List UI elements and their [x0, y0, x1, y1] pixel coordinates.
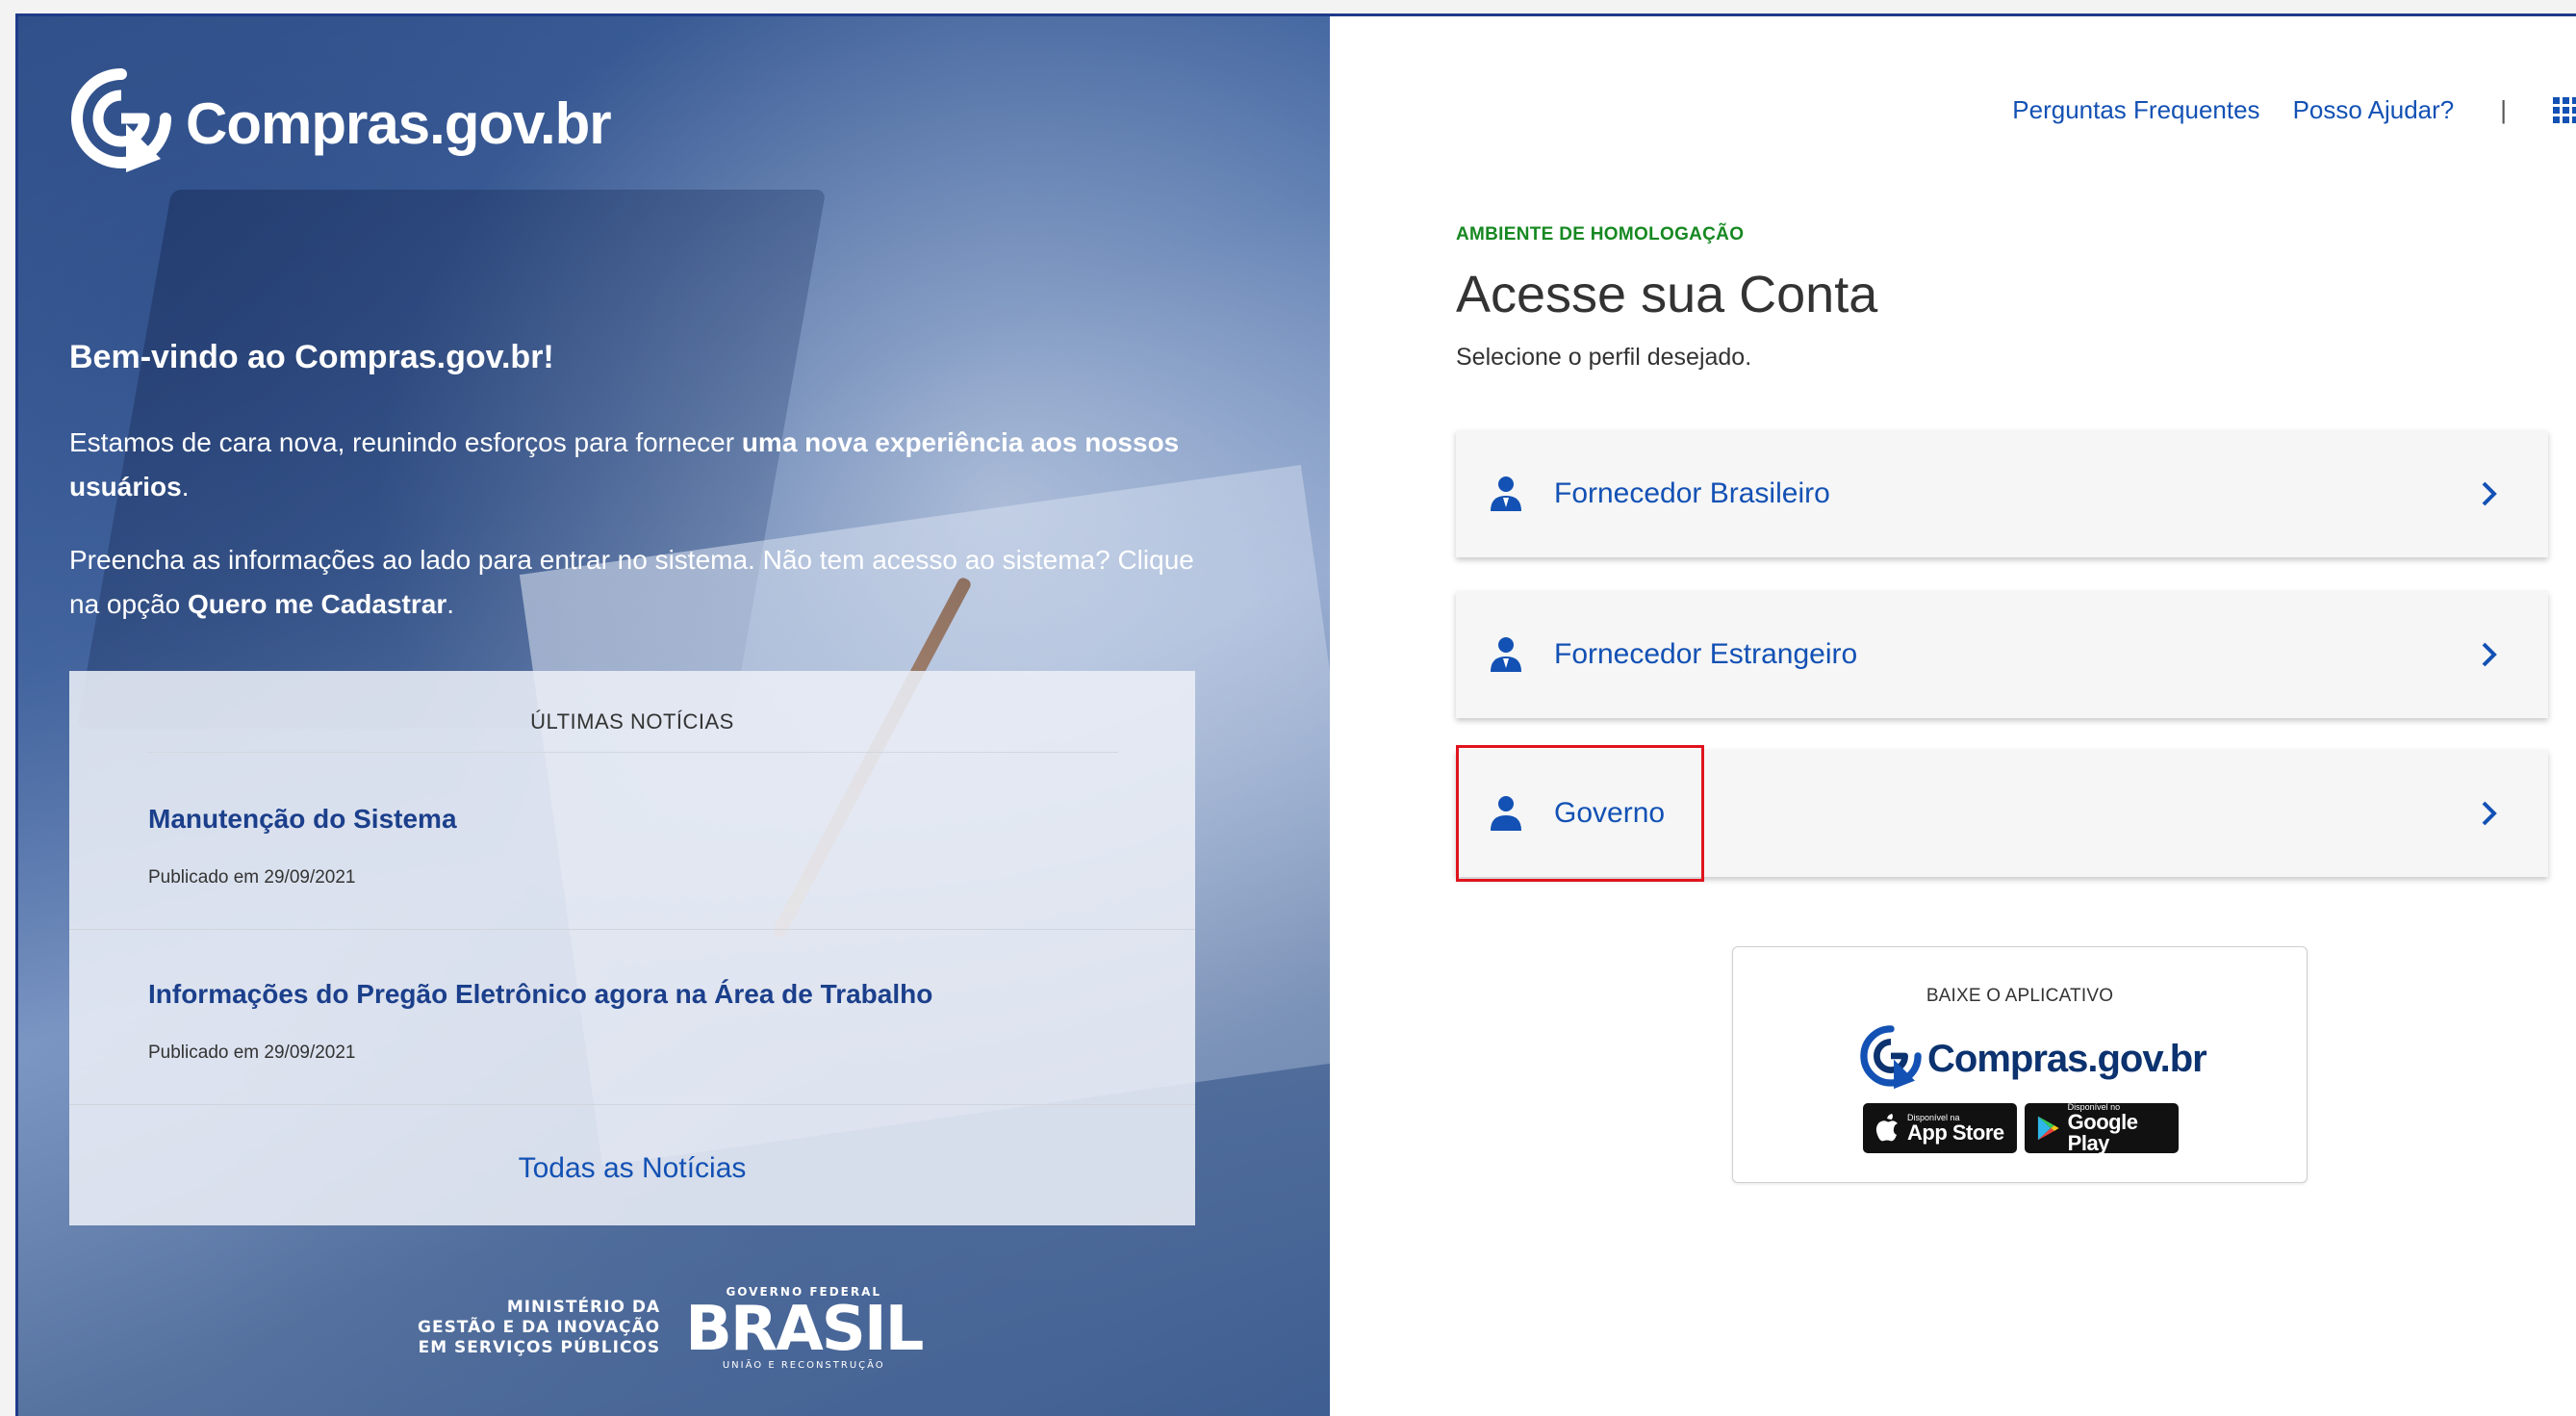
app-store-button[interactable]: Disponível na App Store	[1863, 1103, 2017, 1153]
profile-governo[interactable]: Governo	[1456, 750, 2548, 877]
user-icon	[1491, 796, 1521, 831]
compras-logo-icon	[1860, 1025, 1922, 1090]
signup-emphasis: Quero me Cadastrar	[188, 589, 447, 619]
news-item[interactable]: Informações do Pregão Eletrônico agora n…	[69, 979, 1195, 1105]
faq-link[interactable]: Perguntas Frequentes	[2012, 95, 2259, 125]
welcome-intro: Estamos de cara nova, reunindo esforços …	[69, 421, 1205, 656]
store-text: Disponível na App Store	[1907, 1113, 2004, 1145]
news-card: ÚLTIMAS NOTÍCIAS Manutenção do Sistema P…	[69, 671, 1195, 1225]
apps-grid-icon[interactable]	[2553, 97, 2576, 123]
profile-label: Fornecedor Brasileiro	[1554, 477, 1830, 509]
news-title[interactable]: Informações do Pregão Eletrônico agora n…	[148, 979, 1195, 1010]
page-subtitle: Selecione o perfil desejado.	[1456, 344, 1752, 371]
profile-label: Governo	[1554, 797, 1666, 829]
top-navigation: Perguntas Frequentes Posso Ajudar? |	[2012, 95, 2576, 125]
brand-logo[interactable]: Compras.gov.br	[68, 66, 612, 180]
chevron-right-icon	[2482, 801, 2497, 826]
store-badges: Disponível na App Store Disponível no Go…	[1863, 1102, 2179, 1155]
store-big-text: Google Play	[2067, 1109, 2138, 1155]
profile-label: Fornecedor Estrangeiro	[1554, 638, 1858, 670]
help-link[interactable]: Posso Ajudar?	[2293, 95, 2455, 125]
profile-fornecedor-brasileiro[interactable]: Fornecedor Brasileiro	[1456, 430, 2548, 557]
chevron-right-icon	[2482, 481, 2497, 506]
profile-fornecedor-estrangeiro[interactable]: Fornecedor Estrangeiro	[1456, 591, 2548, 718]
app-logo-text: Compras.gov.br	[1927, 1037, 2207, 1080]
compras-logo-icon	[71, 68, 171, 172]
all-news-link[interactable]: Todas as Notícias	[69, 1152, 1195, 1185]
welcome-panel: Compras.gov.br Bem-vindo ao Compras.gov.…	[18, 16, 1385, 1416]
governo-federal-logo: GOVERNO FEDERAL BRASIL UNIÃO E RECONSTRU…	[685, 1285, 924, 1371]
gov-main-text: BRASIL	[685, 1294, 924, 1365]
store-text: Disponível no Google Play	[2067, 1102, 2179, 1155]
app-logo: Compras.gov.br	[1858, 1024, 2207, 1094]
news-title[interactable]: Manutenção do Sistema	[148, 804, 1195, 835]
app-download-card: BAIXE O APLICATIVO Compras.gov.br Dispon	[1732, 946, 2308, 1183]
news-date: Publicado em 29/09/2021	[148, 1043, 356, 1063]
intro-text: .	[181, 472, 190, 502]
google-play-icon	[2037, 1116, 2059, 1141]
login-panel: Perguntas Frequentes Posso Ajudar? | AMB…	[1330, 16, 2576, 1416]
government-logos: MINISTÉRIO DA GESTÃO E DA INOVAÇÃO EM SE…	[418, 1285, 924, 1371]
intro-text: Estamos de cara nova, reunindo esforços …	[69, 427, 742, 457]
user-icon	[1491, 637, 1521, 672]
ministry-line: EM SERVIÇOS PÚBLICOS	[418, 1338, 661, 1357]
ministry-line: MINISTÉRIO DA	[506, 1298, 661, 1317]
news-header: ÚLTIMAS NOTÍCIAS	[146, 709, 1118, 753]
nav-separator: |	[2500, 95, 2507, 124]
ministry-line: GESTÃO E DA INOVAÇÃO	[418, 1318, 661, 1337]
welcome-title: Bem-vindo ao Compras.gov.br!	[69, 339, 554, 375]
app-download-header: BAIXE O APLICATIVO	[1926, 986, 2114, 1006]
environment-label: AMBIENTE DE HOMOLOGAÇÃO	[1456, 224, 1745, 245]
page-title: Acesse sua Conta	[1456, 266, 1878, 323]
intro-text: .	[446, 589, 454, 619]
news-item[interactable]: Manutenção do Sistema Publicado em 29/09…	[69, 804, 1195, 930]
chevron-right-icon	[2482, 642, 2497, 667]
intro-paragraph-1: Estamos de cara nova, reunindo esforços …	[69, 421, 1205, 509]
gov-sub-text: UNIÃO E RECONSTRUÇÃO	[722, 1360, 885, 1371]
intro-paragraph-2: Preencha as informações ao lado para ent…	[69, 538, 1205, 627]
brand-name: Compras.gov.br	[186, 90, 612, 156]
news-date: Publicado em 29/09/2021	[148, 867, 356, 888]
browser-frame: Compras.gov.br Bem-vindo ao Compras.gov.…	[15, 13, 2576, 1416]
google-play-button[interactable]: Disponível no Google Play	[2025, 1102, 2179, 1155]
ministry-logo: MINISTÉRIO DA GESTÃO E DA INOVAÇÃO EM SE…	[418, 1298, 660, 1358]
user-icon	[1491, 476, 1521, 511]
apple-icon	[1875, 1114, 1898, 1142]
store-big-text: App Store	[1907, 1120, 2004, 1145]
